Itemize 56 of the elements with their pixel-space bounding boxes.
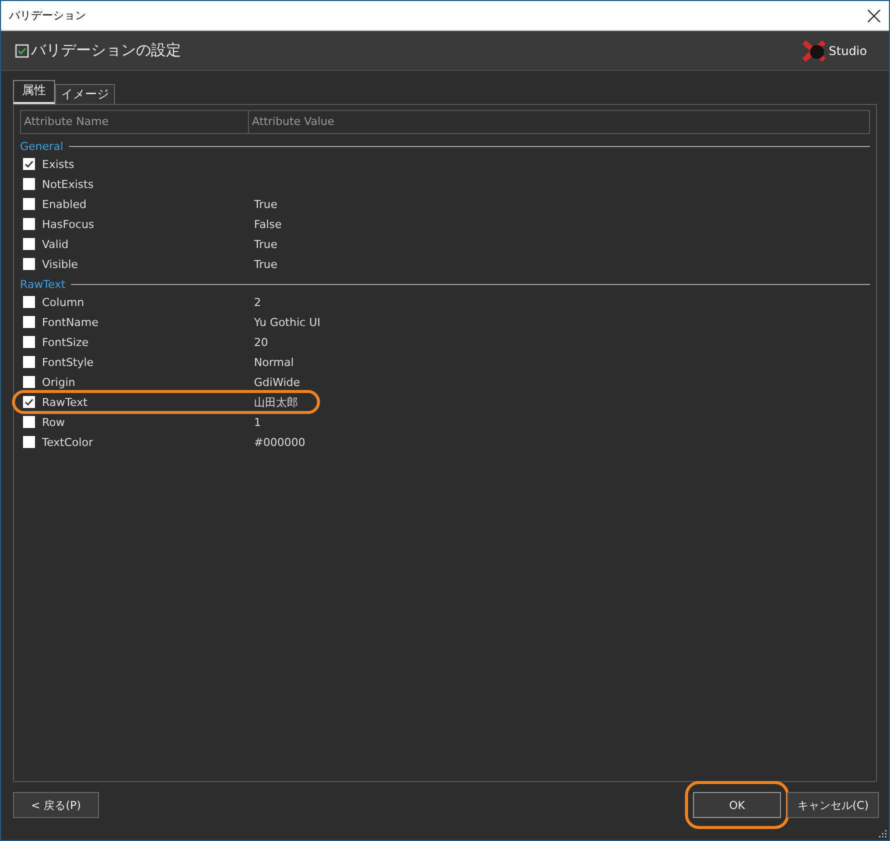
attribute-value: Normal [254, 356, 294, 368]
attribute-name: FontStyle [42, 356, 95, 368]
attribute-value: True [254, 198, 278, 210]
checkbox[interactable] [23, 316, 35, 328]
attribute-name: Valid [42, 238, 70, 250]
attribute-name: RawText [42, 396, 88, 408]
checkbox[interactable] [23, 178, 35, 190]
checkbox[interactable] [23, 336, 35, 348]
dialog-heading: バリデーションの設定 [31, 41, 181, 60]
checkbox[interactable] [23, 436, 35, 448]
checkbox-icon [15, 44, 29, 58]
checkbox[interactable] [23, 198, 35, 210]
checkbox[interactable] [23, 238, 35, 250]
column-header: Attribute Value [251, 114, 336, 130]
attribute-name: HasFocus [42, 218, 96, 230]
attribute-name: Exists [42, 158, 76, 170]
attribute-name: TextColor [42, 436, 94, 448]
checkbox[interactable] [23, 218, 35, 230]
attribute-name: NotExists [42, 178, 95, 190]
attribute-name: FontName [42, 316, 100, 328]
checkbox[interactable] [23, 296, 35, 308]
attribute-name: Row [42, 416, 66, 428]
attribute-value: 20 [254, 336, 268, 348]
attribute-name: FontSize [42, 336, 90, 348]
cancel-button[interactable]: キャンセル(C) [787, 792, 879, 818]
attribute-value: Yu Gothic UI [254, 316, 320, 328]
attribute-name: Column [42, 296, 86, 308]
resize-grip-icon[interactable] [879, 830, 887, 838]
column-header: Attribute Name [21, 111, 249, 133]
attribute-value: #000000 [254, 436, 306, 448]
ok-button[interactable]: OK [693, 792, 781, 818]
attribute-name: Visible [42, 258, 79, 270]
attribute-name: Enabled [42, 198, 88, 210]
attribute-value: 1 [254, 416, 261, 428]
checkbox[interactable] [23, 376, 35, 388]
attribute-name: Origin [42, 376, 76, 388]
tab[interactable]: 属性 [13, 80, 55, 104]
checkbox[interactable] [23, 356, 35, 368]
attribute-value: False [254, 218, 282, 230]
close-icon[interactable] [867, 8, 881, 22]
back-button[interactable]: < 戻る(P) [13, 792, 99, 818]
window-title: バリデーション [9, 8, 86, 23]
logo-text: Studio [828, 44, 867, 58]
attribute-value: GdiWide [254, 376, 300, 388]
group-title: RawText [20, 278, 66, 290]
tab[interactable]: イメージ [55, 84, 115, 104]
checkbox[interactable] [23, 396, 35, 408]
checkbox[interactable] [23, 416, 35, 428]
logo-icon [800, 40, 827, 62]
attribute-value: 2 [254, 296, 261, 308]
attribute-value: 山田太郎 [254, 394, 298, 410]
group-title: General [20, 140, 64, 152]
checkbox[interactable] [23, 158, 35, 170]
attribute-value: True [254, 258, 278, 270]
checkbox[interactable] [23, 258, 35, 270]
attribute-value: True [254, 238, 278, 250]
